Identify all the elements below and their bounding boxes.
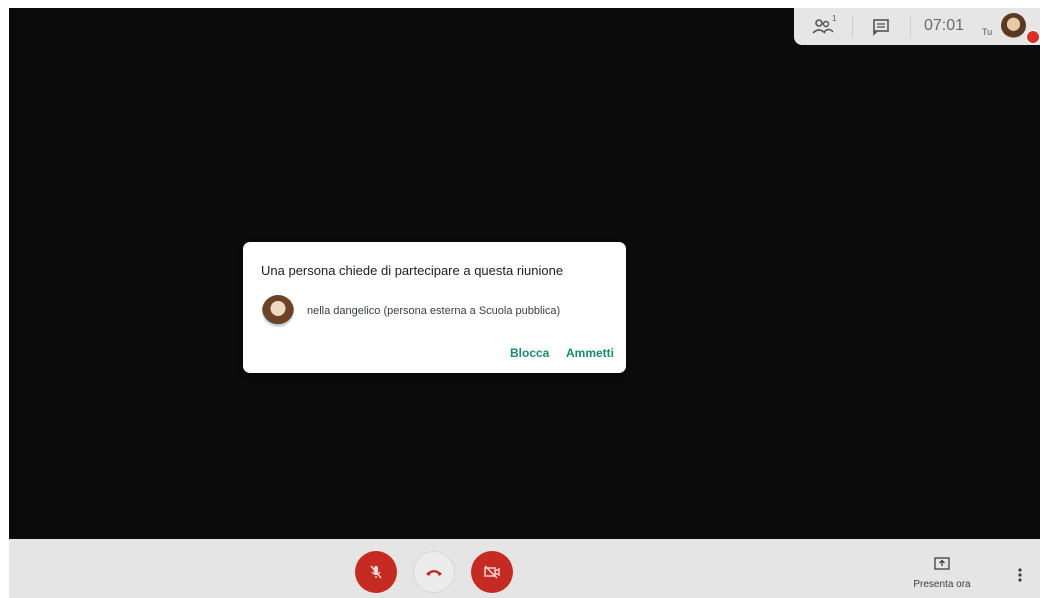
present-now-button[interactable]: Presenta ora bbox=[907, 555, 977, 595]
camera-toggle-button[interactable] bbox=[471, 551, 513, 593]
hang-up-button[interactable] bbox=[413, 551, 455, 593]
self-avatar[interactable] bbox=[1001, 13, 1026, 38]
call-controls-bar: Presenta ora bbox=[9, 539, 1040, 598]
meeting-clock: 07:01 bbox=[924, 17, 965, 34]
muted-badge-icon bbox=[1026, 30, 1040, 44]
admit-button[interactable]: Ammetti bbox=[566, 346, 614, 360]
block-button[interactable]: Blocca bbox=[510, 346, 549, 360]
requester-avatar bbox=[262, 295, 294, 327]
admit-request-dialog: Una persona chiede di partecipare a ques… bbox=[243, 242, 626, 373]
requester-name: nella dangelico (persona esterna a Scuol… bbox=[307, 305, 561, 317]
hang-up-icon bbox=[426, 570, 442, 576]
divider bbox=[910, 16, 911, 38]
chat-icon bbox=[873, 18, 889, 36]
camera-off-icon bbox=[484, 565, 500, 579]
more-vert-icon bbox=[1018, 568, 1022, 582]
participants-count: 1 bbox=[832, 14, 837, 23]
dialog-title: Una persona chiede di partecipare a ques… bbox=[261, 263, 564, 278]
present-screen-icon bbox=[934, 557, 950, 570]
more-options-button[interactable] bbox=[1013, 567, 1027, 583]
mic-toggle-button[interactable] bbox=[355, 551, 397, 593]
divider bbox=[852, 16, 853, 38]
meeting-info-bar: 1 07:01 Tu bbox=[794, 8, 1040, 45]
mic-off-icon bbox=[370, 565, 382, 579]
participants-button[interactable]: 1 bbox=[808, 8, 838, 45]
present-now-label: Presenta ora bbox=[913, 579, 971, 590]
self-label: Tu bbox=[982, 27, 993, 37]
chat-button[interactable] bbox=[866, 8, 896, 45]
